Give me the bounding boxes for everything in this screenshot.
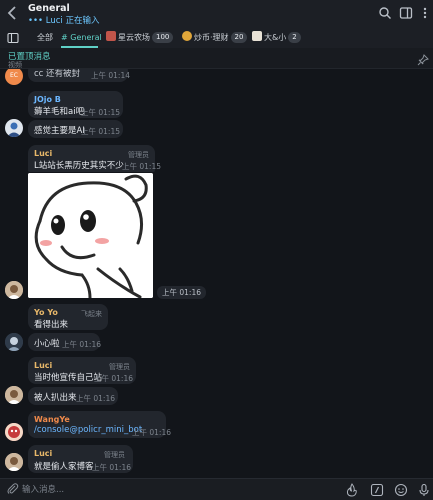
message-bubble[interactable]: WangYe /console@policr_mini_bot 上午 01:16 (28, 411, 171, 438)
message-bubble[interactable]: 小心啦 上午 01:16 (28, 333, 101, 351)
message-bubble[interactable]: Yo Yo 飞起来 看得出来 (28, 304, 108, 330)
avatar[interactable] (5, 423, 23, 441)
back-arrow-icon[interactable] (6, 5, 20, 21)
unread-badge: 100 (152, 32, 174, 43)
message-text: 被人扒出来 (34, 393, 77, 403)
folder-tabs: 全部 # General 星云农场 100 炒币·理财 20 大&小 2 (0, 28, 433, 48)
sticker-image[interactable] (28, 173, 153, 298)
message-input[interactable] (22, 482, 322, 497)
message-text: 当时他宣传自己站 (34, 373, 103, 383)
sender-name: Luci (34, 361, 53, 370)
sender-name: JOjo B (34, 95, 61, 104)
chat-title: General (28, 3, 70, 14)
message-time: 上午 01:15 (81, 127, 120, 136)
avatar[interactable] (5, 281, 23, 299)
farm-icon (106, 31, 116, 41)
sidebar-toggle-icon[interactable] (7, 31, 19, 45)
message-text: 小心啦 (34, 339, 60, 349)
microphone-icon[interactable] (417, 483, 431, 497)
message-time: 上午 01:16 (76, 394, 115, 403)
unread-badge: 2 (288, 32, 301, 43)
message-time: 上午 01:16 (132, 428, 171, 437)
message-time: 上午 01:16 (157, 286, 206, 299)
message-time: 上午 01:16 (92, 463, 131, 472)
message-composer (0, 478, 433, 500)
admin-role-label: 管理员 (128, 151, 149, 159)
attach-icon[interactable] (6, 483, 19, 496)
message-text: 就是偷人家博客 (34, 462, 94, 472)
pinned-message-bar[interactable]: 已置顶消息 视频 (0, 48, 433, 69)
typing-dots-icon: ••• (28, 16, 44, 26)
message-list[interactable]: EC cc 还有被封 上午 01:14 JOjo B 薅羊毛和ai吧 上午 01… (0, 69, 433, 478)
message-text: L站站长黑历史其实不少 (34, 161, 124, 171)
message-bubble[interactable]: Luci 管理员 当时他宣传自己站 上午 01:16 (28, 357, 136, 384)
search-icon[interactable] (378, 6, 392, 20)
chat-header: General ••• Luci 正在输入 (0, 0, 433, 28)
effects-icon[interactable] (345, 483, 359, 497)
command-icon[interactable] (370, 483, 384, 497)
message-text: cc 还有被封 (34, 69, 81, 79)
member-title-label: 飞起来 (81, 310, 102, 318)
avatar[interactable] (5, 386, 23, 404)
bot-command-link[interactable]: /console@policr_mini_bot (34, 425, 142, 435)
tab-general[interactable]: # General (61, 31, 102, 45)
coin-icon (182, 31, 192, 41)
message-text: 看得出来 (34, 320, 69, 330)
unread-badge: 20 (230, 32, 248, 43)
message-time: 上午 01:16 (94, 374, 133, 383)
message-bubble[interactable]: Luci 管理员 就是偷人家博客 上午 01:16 (28, 445, 133, 473)
typing-status: ••• Luci 正在输入 (28, 14, 99, 26)
message-time: 上午 01:15 (122, 162, 161, 171)
avatar[interactable]: EC (5, 69, 23, 85)
side-panel-icon[interactable] (399, 6, 413, 20)
typing-text: Luci 正在输入 (45, 16, 100, 26)
pin-icon[interactable] (417, 54, 429, 66)
avatar[interactable] (5, 453, 23, 471)
message-bubble[interactable]: 感觉主要是AI 上午 01:15 (28, 120, 123, 138)
avatar[interactable] (5, 119, 23, 137)
message-bubble[interactable]: 被人扒出来 上午 01:16 (28, 387, 118, 405)
admin-role-label: 管理员 (104, 451, 125, 459)
emoji-icon[interactable] (394, 483, 408, 497)
dice-icon (252, 31, 262, 41)
sender-name: Luci (34, 149, 53, 158)
message-time: 上午 01:14 (91, 71, 130, 80)
message-time: 上午 01:15 (81, 108, 120, 117)
sender-name: Luci (34, 449, 53, 458)
message-text: 薅羊毛和ai吧 (34, 107, 85, 117)
sender-name: Yo Yo (34, 308, 58, 317)
avatar[interactable] (5, 333, 23, 351)
tab-crypto-finance[interactable]: 炒币·理财 20 (182, 31, 248, 45)
message-text: 感觉主要是AI (34, 126, 85, 136)
tab-nebula-farm[interactable]: 星云农场 100 (106, 31, 174, 45)
more-options-icon[interactable] (418, 6, 432, 20)
avatar-initials: EC (10, 72, 18, 79)
message-bubble[interactable]: Luci 管理员 L站站长黑历史其实不少 上午 01:15 (28, 145, 161, 172)
tab-big-small[interactable]: 大&小 2 (252, 31, 301, 45)
sender-name: WangYe (34, 415, 70, 424)
message-bubble[interactable]: cc 还有被封 上午 01:14 (28, 69, 130, 82)
message-bubble[interactable]: JOjo B 薅羊毛和ai吧 上午 01:15 (28, 91, 123, 118)
admin-role-label: 管理员 (109, 363, 130, 371)
tab-all[interactable]: 全部 (37, 31, 53, 45)
message-time: 上午 01:16 (62, 340, 101, 349)
